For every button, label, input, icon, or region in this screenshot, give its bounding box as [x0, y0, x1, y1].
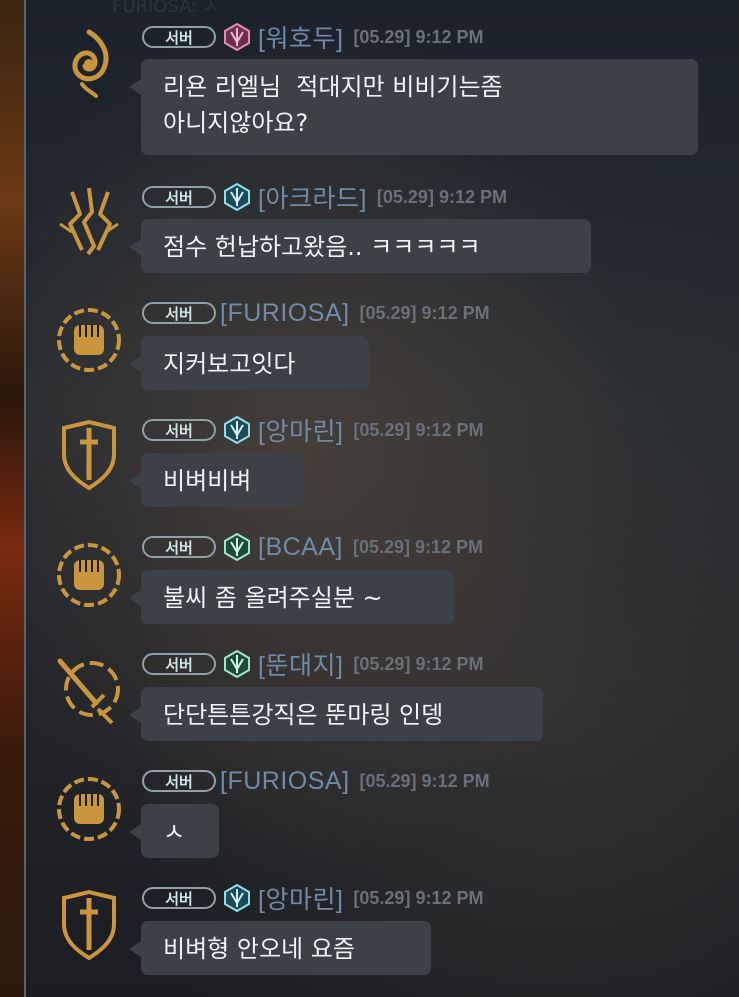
timestamp: [05.29] 9:12 PM	[353, 887, 484, 908]
server-badge: 서버	[142, 887, 216, 909]
pink-guild-emblem	[224, 22, 250, 52]
left-edge-art	[0, 0, 24, 997]
timestamp: [05.29] 9:12 PM	[352, 536, 484, 557]
server-badge: 서버	[142, 419, 216, 441]
sender-name[interactable]: [워호두]	[258, 19, 343, 55]
dagger-ring-icon[interactable]	[52, 653, 126, 727]
fist-emblem-icon[interactable]	[52, 538, 126, 612]
message-meta: 서버 [BCAA] [05.29] 9:12 PM	[142, 532, 484, 562]
message-line: 비벼형 안오네 요즘	[163, 935, 355, 963]
message-line: 비벼비벼	[163, 467, 252, 495]
sword-shield-icon[interactable]	[52, 888, 126, 962]
cyan-guild-emblem	[224, 415, 250, 445]
flame-swirl-icon[interactable]	[52, 26, 126, 100]
sender-name[interactable]: [FURIOSA]	[220, 299, 350, 328]
message-line: 불씨 좀 올려주실분 ~	[163, 584, 383, 612]
timestamp: [05.29] 9:12 PM	[376, 186, 507, 207]
message-meta: 서버 [아크라드] [05.29] 9:12 PM	[142, 182, 507, 213]
message-meta: 서버 [워호두] [05.29] 9:12 PM	[142, 22, 484, 53]
message-meta: 서버 [뚠대지] [05.29] 9:12 PM	[142, 649, 484, 680]
message-bubble: 리욘 리엘님 적대지만 비비기는좀 아니지않아요?	[129, 59, 698, 155]
timestamp: [05.29] 9:12 PM	[353, 419, 484, 440]
message-line: 지커보고잇다	[163, 350, 296, 378]
server-badge: 서버	[142, 770, 216, 792]
message-bubble: 비벼비벼	[129, 453, 303, 507]
green-guild-emblem	[224, 532, 250, 562]
sender-name[interactable]: [뚠대지]	[258, 646, 343, 682]
panel-border	[24, 0, 26, 997]
fist-emblem-icon[interactable]	[52, 303, 126, 377]
message-bubble: 점수 헌납하고왔음.. ㅋㅋㅋㅋㅋ	[129, 219, 591, 273]
timestamp: [05.29] 9:12 PM	[353, 653, 484, 674]
message-bubble: 단단튼튼강직은 뚠마링 인뎅	[129, 687, 543, 741]
message-meta: 서버 [앙마린] [05.29] 9:12 PM	[142, 415, 484, 446]
message-line: ㅅ	[163, 818, 186, 846]
message-line: 단단튼튼강직은 뚠마링 인뎅	[163, 701, 444, 729]
sender-name[interactable]: [BCAA]	[258, 533, 343, 562]
sender-name[interactable]: [아크라드]	[258, 179, 367, 215]
message-line: 리욘 리엘님 적대지만 비비기는좀	[163, 73, 503, 101]
server-badge: 서버	[142, 186, 216, 208]
message-bubble: 불씨 좀 올려주실분 ~	[129, 570, 454, 624]
timestamp: [05.29] 9:12 PM	[353, 26, 484, 47]
message-line: 아니지않아요?	[163, 109, 309, 137]
sender-name[interactable]: [FURIOSA]	[220, 767, 350, 796]
cyan-guild-emblem	[224, 182, 250, 212]
timestamp: [05.29] 9:12 PM	[359, 302, 490, 323]
server-badge: 서버	[142, 302, 216, 324]
server-badge: 서버	[142, 653, 216, 675]
sword-shield-icon[interactable]	[52, 418, 126, 492]
timestamp: [05.29] 9:12 PM	[359, 770, 490, 791]
message-bubble: ㅅ	[129, 804, 219, 858]
message-bubble: 비벼형 안오네 요즘	[129, 921, 431, 975]
cyan-guild-emblem	[224, 883, 250, 913]
fist-emblem-icon[interactable]	[52, 772, 126, 846]
message-meta: 서버 [앙마린] [05.29] 9:12 PM	[142, 883, 484, 914]
message-meta: 서버 [FURIOSA] [05.29] 9:12 PM	[142, 767, 490, 795]
sender-name[interactable]: [앙마린]	[258, 412, 343, 448]
green-guild-emblem	[224, 649, 250, 679]
message-bubble: 지커보고잇다	[129, 336, 369, 390]
message-meta: 서버 [FURIOSA] [05.29] 9:12 PM	[142, 299, 490, 327]
message-line: 점수 헌납하고왔음.. ㅋㅋㅋㅋㅋ	[163, 233, 481, 261]
server-badge: 서버	[142, 26, 216, 48]
lightning-claw-icon[interactable]	[52, 184, 126, 258]
server-badge: 서버	[142, 536, 216, 558]
background-chat-hint: FURIOSA: ㅅ	[112, 0, 220, 17]
sender-name[interactable]: [앙마린]	[258, 880, 343, 916]
